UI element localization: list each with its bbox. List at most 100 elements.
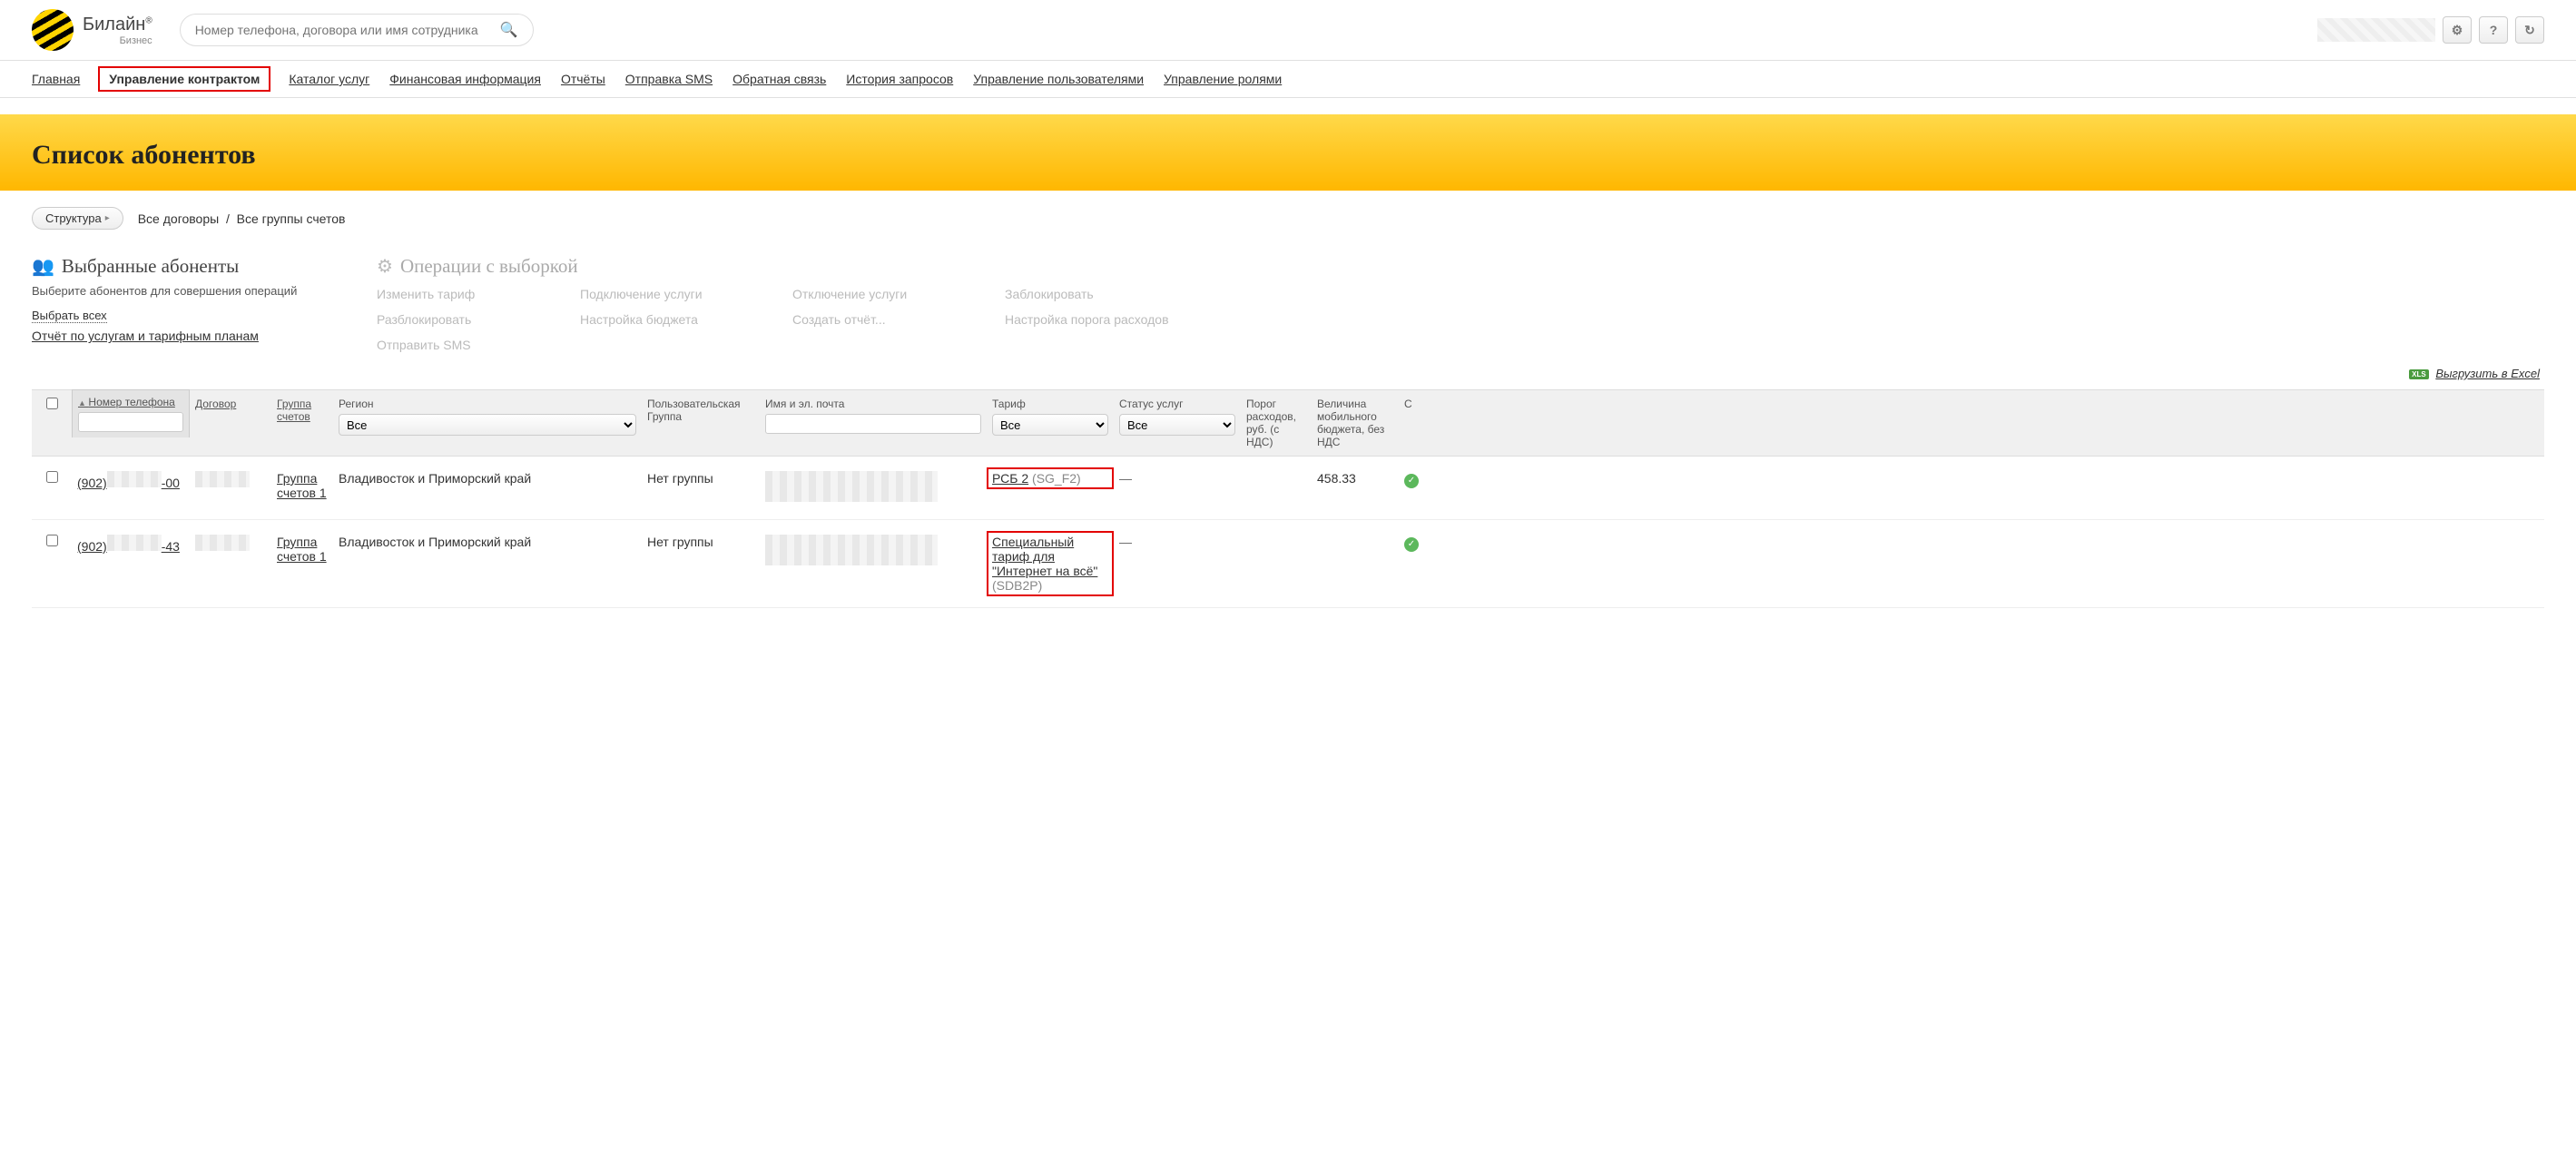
select-all-checkbox[interactable]	[46, 398, 58, 409]
limit-value	[1241, 527, 1312, 542]
crumb-groups[interactable]: Все группы счетов	[237, 211, 346, 226]
op-unblock: Разблокировать	[377, 312, 558, 327]
row-checkbox[interactable]	[46, 535, 58, 546]
logo[interactable]: Билайн® Бизнес	[32, 9, 152, 51]
tariff-code: (SG_F2)	[1032, 471, 1081, 486]
selected-panel: 👥 Выбранные абоненты Выберите абонентов д…	[32, 255, 340, 352]
col-name: Имя и эл. почта	[765, 398, 981, 410]
select-all-link[interactable]: Выбрать всех	[32, 309, 107, 323]
nav-home[interactable]: Главная	[32, 72, 80, 86]
status-value: —	[1119, 471, 1132, 486]
phone-link[interactable]: (902)-00	[77, 476, 180, 490]
contract-value	[195, 535, 250, 551]
search-icon[interactable]: 🔍	[500, 21, 518, 39]
col-group[interactable]: Группа счетов	[277, 398, 311, 423]
name-value	[765, 535, 938, 565]
op-send-sms: Отправить SMS	[377, 338, 558, 352]
logo-name: Билайн®	[83, 15, 152, 35]
xls-icon: XLS	[2409, 369, 2429, 379]
logo-icon	[32, 9, 74, 51]
col-contract[interactable]: Договор	[195, 398, 236, 410]
table-row: (902)-00 Группа счетов 1 Владивосток и П…	[32, 457, 2544, 520]
user-info[interactable]	[2317, 18, 2435, 42]
page-banner: Список абонентов	[0, 114, 2576, 191]
export-excel-link[interactable]: Выгрузить в Excel	[2435, 367, 2540, 380]
page-title: Список абонентов	[32, 140, 2544, 171]
settings-button[interactable]: ⚙	[2443, 16, 2472, 44]
filter-region-select[interactable]: Все	[339, 414, 636, 436]
help-button[interactable]: ?	[2479, 16, 2508, 44]
nav-contract[interactable]: Управление контрактом	[98, 66, 270, 92]
tariff-link[interactable]: РСБ 2	[992, 471, 1028, 486]
tariff-code: (SDB2P)	[992, 578, 1042, 593]
breadcrumb: Структура▸ Все договоры / Все группы сче…	[32, 207, 2544, 230]
row-checkbox[interactable]	[46, 471, 58, 483]
chevron-right-icon: ▸	[105, 213, 110, 223]
nav-feedback[interactable]: Обратная связь	[732, 72, 826, 86]
status-value: —	[1119, 535, 1132, 549]
usergroup-value: Нет группы	[642, 527, 760, 556]
op-budget: Настройка бюджета	[580, 312, 771, 327]
op-connect: Подключение услуги	[580, 287, 771, 301]
selected-subtitle: Выберите абонентов для совершения операц…	[32, 283, 340, 300]
op-threshold: Настройка порога расходов	[1005, 312, 1204, 327]
op-block: Заблокировать	[1005, 287, 1204, 301]
table-header: Номер телефона Договор Группа счетов Рег…	[32, 390, 2544, 457]
region-value: Владивосток и Приморский край	[333, 464, 642, 493]
col-tariff: Тариф	[992, 398, 1108, 410]
header: Билайн® Бизнес 🔍 ⚙ ? ↻	[0, 0, 2576, 61]
tariff-highlight: Специальный тариф для "Интернет на всё" …	[987, 531, 1114, 596]
gear-icon: ⚙	[2452, 23, 2463, 38]
selected-title: Выбранные абоненты	[62, 255, 239, 278]
refresh-icon: ↻	[2524, 23, 2535, 38]
filter-name-input[interactable]	[765, 414, 981, 434]
structure-button[interactable]: Структура▸	[32, 207, 123, 230]
col-budget: Величина мобильного бюджета, без НДС	[1317, 398, 1384, 448]
nav-catalog[interactable]: Каталог услуг	[289, 72, 369, 86]
nav-sms[interactable]: Отправка SMS	[625, 72, 713, 86]
col-usergroup: Пользовательская Группа	[647, 398, 741, 423]
people-icon: 👥	[32, 255, 54, 278]
operations-panel: ⚙Операции с выборкой Изменить тариф Подк…	[377, 255, 2544, 352]
op-change-tariff: Изменить тариф	[377, 287, 558, 301]
region-value: Владивосток и Приморский край	[333, 527, 642, 556]
crumb-contracts[interactable]: Все договоры	[138, 211, 219, 226]
nav-finance[interactable]: Финансовая информация	[389, 72, 541, 86]
nav-roles[interactable]: Управление ролями	[1164, 72, 1282, 86]
subscribers-table: Номер телефона Договор Группа счетов Рег…	[32, 389, 2544, 608]
main-nav: Главная Управление контрактом Каталог ус…	[0, 61, 2576, 98]
limit-value	[1241, 464, 1312, 478]
col-limit: Порог расходов, руб. (с НДС)	[1246, 398, 1296, 448]
op-disconnect: Отключение услуги	[792, 287, 983, 301]
group-link[interactable]: Группа счетов 1	[277, 535, 328, 564]
filter-tariff-select[interactable]: Все	[992, 414, 1108, 436]
nav-history[interactable]: История запросов	[846, 72, 953, 86]
gear-icon: ⚙	[377, 255, 393, 278]
question-icon: ?	[2490, 23, 2498, 37]
nav-users[interactable]: Управление пользователями	[973, 72, 1144, 86]
tariff-highlight: РСБ 2 (SG_F2)	[987, 467, 1114, 489]
col-last: С	[1404, 398, 1412, 410]
table-row: (902)-43 Группа счетов 1 Владивосток и П…	[32, 520, 2544, 608]
budget-value: 458.33	[1312, 464, 1399, 493]
budget-value	[1312, 527, 1399, 542]
phone-link[interactable]: (902)-43	[77, 539, 180, 554]
logo-subtitle: Бизнес	[83, 35, 152, 46]
op-create-report: Создать отчёт...	[792, 312, 983, 327]
nav-reports[interactable]: Отчёты	[561, 72, 605, 86]
usergroup-value: Нет группы	[642, 464, 760, 493]
group-link[interactable]: Группа счетов 1	[277, 471, 328, 500]
search-input[interactable]	[195, 23, 500, 37]
check-icon: ✓	[1404, 474, 1419, 488]
refresh-button[interactable]: ↻	[2515, 16, 2544, 44]
filter-status-select[interactable]: Все	[1119, 414, 1235, 436]
check-icon: ✓	[1404, 537, 1419, 552]
col-region: Регион	[339, 398, 636, 410]
tariff-link[interactable]: Специальный тариф для "Интернет на всё"	[992, 535, 1097, 578]
col-status: Статус услуг	[1119, 398, 1235, 410]
col-phone[interactable]: Номер телефона	[78, 396, 183, 408]
filter-phone-input[interactable]	[78, 412, 183, 432]
search-box[interactable]: 🔍	[180, 14, 534, 46]
report-link[interactable]: Отчёт по услугам и тарифным планам	[32, 329, 259, 343]
contract-value	[195, 471, 250, 487]
